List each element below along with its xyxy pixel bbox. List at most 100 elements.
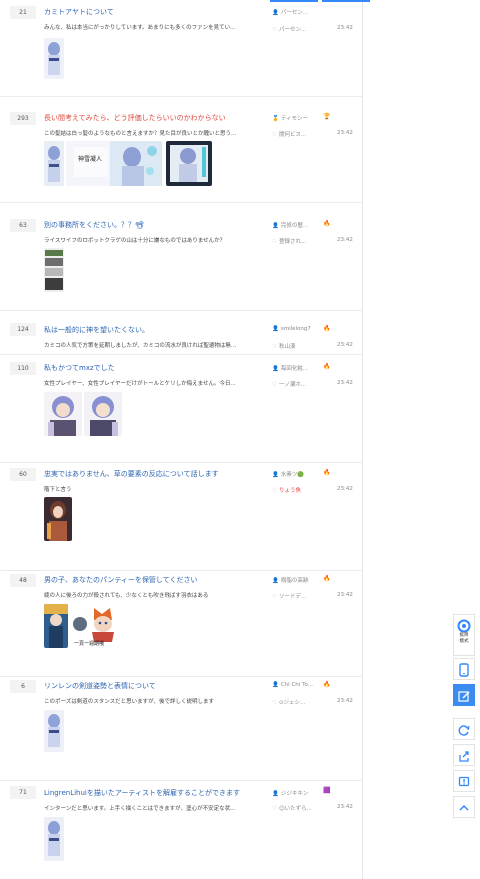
achievement-badge: 🏆 bbox=[323, 113, 331, 120]
thread-excerpt: 綾の人に後ろの力が殺されても、少なくとも吹き飛ばす羽衣はある bbox=[44, 593, 209, 599]
thread-title[interactable]: リンレンの剣道姿勢と表情について bbox=[44, 681, 264, 691]
thread-author[interactable]: 👤 ジジキキン bbox=[272, 789, 308, 797]
hot-badge: 🔥 bbox=[323, 363, 331, 370]
reply-count: 293 bbox=[10, 112, 36, 125]
thread-title[interactable]: カミトアヤトについて bbox=[44, 7, 264, 17]
thread-author[interactable]: 🏅 ティモシー bbox=[272, 114, 308, 122]
thread-excerpt: カミコの人気で方策を延期しましたが、カミコの流水が良ければ聖遺物は無... bbox=[44, 343, 237, 349]
last-reply-user[interactable]: ♡ パーセン... bbox=[272, 25, 306, 33]
last-reply-user[interactable]: ♡ ソードデ... bbox=[272, 592, 306, 600]
thread-author[interactable]: 👤 パーセン... bbox=[272, 8, 308, 16]
refresh-button[interactable] bbox=[453, 718, 475, 740]
mobile-app-button[interactable] bbox=[453, 658, 475, 680]
thread-title[interactable]: 忠実ではありません、草の要素の反応について話します bbox=[44, 469, 264, 479]
thread-row[interactable]: 48 男の子、あなたのパンティーを保管してください 綾の人に後ろの力が殺されても… bbox=[0, 570, 362, 677]
thread-author[interactable]: 👤 水素ツ🟢 bbox=[272, 470, 304, 478]
last-reply-user[interactable]: ♡ 秋山湊 bbox=[272, 342, 295, 350]
thumbnail-image[interactable] bbox=[44, 141, 64, 186]
thread-title[interactable]: 私もかつてmxzでした bbox=[44, 363, 264, 373]
reply-time: 23:42 bbox=[337, 592, 353, 598]
reply-count: 60 bbox=[10, 468, 36, 481]
reply-count: 110 bbox=[10, 362, 36, 375]
thumbnail-image[interactable]: 神雪凝人 bbox=[66, 141, 162, 186]
thumbnail-image[interactable] bbox=[44, 38, 64, 79]
hot-badge: 🔥 bbox=[323, 469, 331, 476]
thumbnail-image[interactable] bbox=[44, 817, 64, 861]
share-icon bbox=[459, 751, 469, 762]
gauge-icon bbox=[457, 619, 471, 633]
reply-time: 23:42 bbox=[337, 380, 353, 386]
thread-author[interactable]: 👤 Chi Chi To... bbox=[272, 682, 313, 688]
thread-row[interactable]: 6 リンレンの剣道姿勢と表情について このポーズは剣道のスタンスだと思いますが、… bbox=[0, 676, 362, 781]
thumb-caption: 一頁一週期哦 bbox=[74, 640, 104, 647]
reply-count: 6 bbox=[10, 680, 36, 693]
thread-row[interactable]: 293 長い間考えてみたら、どう評価したらいいのかわからない この髪結は白っ髪の… bbox=[0, 96, 362, 203]
thread-row[interactable]: 110 私もかつてmxzでした 女性プレイヤー、女性プレイヤーだけがトールとケリ… bbox=[0, 354, 362, 463]
edit-icon bbox=[458, 691, 470, 702]
reply-time: 23:42 bbox=[337, 342, 353, 348]
thread-row[interactable]: 71 LingrenLihuiを描いたアーティストを解雇することができます イン… bbox=[0, 780, 362, 879]
last-reply-user[interactable]: ♡ ☺いたずら... bbox=[272, 804, 312, 812]
new-post-button[interactable] bbox=[453, 684, 475, 706]
thread-list: 21 カミトアヤトについて みんな、私は本当にがっかりしています。あまりにも多く… bbox=[0, 0, 370, 879]
thumbnail-image[interactable] bbox=[44, 392, 82, 436]
thread-row[interactable]: 124 私は一般的に神を望いたくない。 カミコの人気で方策を延期しましたが、カミ… bbox=[0, 310, 362, 355]
reply-time: 23:42 bbox=[337, 486, 353, 492]
reply-count: 71 bbox=[10, 786, 36, 799]
thread-author[interactable]: 👤 樹脂の髙跡 bbox=[272, 576, 308, 584]
view-mode-label: 模式 bbox=[459, 639, 469, 644]
share-button[interactable] bbox=[453, 744, 475, 766]
chevron-up-icon bbox=[459, 804, 469, 811]
back-to-top-button[interactable] bbox=[453, 796, 475, 818]
thumbnail-image[interactable] bbox=[44, 497, 72, 541]
refresh-icon bbox=[458, 725, 470, 736]
last-reply-user[interactable]: ♡ ⊙ジェシ... bbox=[272, 698, 305, 706]
thread-author[interactable]: 👤 完修の歴... bbox=[272, 221, 308, 229]
hot-badge: 🔥 bbox=[323, 681, 331, 688]
thumbnail-image[interactable]: 一頁一週期哦 bbox=[70, 604, 116, 648]
thread-title[interactable]: 別の事務所をください。？？📽 bbox=[44, 220, 264, 230]
last-reply-user[interactable]: ♡ 闇何ビス... bbox=[272, 130, 306, 138]
last-reply-user[interactable]: ♡ 一ノ瀬ホ... bbox=[272, 380, 306, 388]
thumbnail-image[interactable] bbox=[44, 248, 64, 292]
last-reply-user[interactable]: ♡ 登録され... bbox=[272, 237, 306, 245]
thread-excerpt: インターンだと思います。上手く描くことはできますが、塗心が不安定な状... bbox=[44, 806, 236, 812]
reply-time: 23:42 bbox=[337, 25, 353, 31]
thumb-caption: 神雪凝人 bbox=[78, 155, 102, 163]
hot-badge: 🔥 bbox=[323, 325, 331, 332]
phone-icon bbox=[459, 663, 469, 677]
reply-time: 23:42 bbox=[337, 130, 353, 136]
thread-title[interactable]: LingrenLihuiを描いたアーティストを解雇することができます bbox=[44, 788, 264, 798]
thread-title[interactable]: 男の子、あなたのパンティーを保管してください bbox=[44, 575, 264, 585]
thread-excerpt: ライスワイフのロボットクラゲの山は十分に嫌なものではありませんか？ bbox=[44, 238, 226, 244]
thread-excerpt: この髪結は白っ髪のようなものと言えますか？見た目が良いとか醜いと思う... bbox=[44, 131, 237, 137]
reply-count: 124 bbox=[10, 323, 36, 336]
reply-count: 48 bbox=[10, 574, 36, 587]
thread-title[interactable]: 長い間考えてみたら、どう評価したらいいのかわからない bbox=[44, 113, 264, 123]
thread-row[interactable]: 63 別の事務所をください。？？📽 ライスワイフのロボットクラゲの山は十分に嫌な… bbox=[0, 202, 362, 311]
thread-excerpt: みんな、私は本当にがっかりしています。あまりにも多くのファンを見てい... bbox=[44, 25, 236, 31]
view-mode-toggle[interactable]: 极简 模式 bbox=[453, 614, 475, 656]
hot-badge: 🔥 bbox=[323, 220, 331, 227]
thread-row[interactable]: 21 カミトアヤトについて みんな、私は本当にがっかりしています。あまりにも多く… bbox=[0, 0, 362, 97]
thumbnail-image[interactable] bbox=[166, 141, 212, 186]
reply-time: 23:42 bbox=[337, 237, 353, 243]
thumbnail-image[interactable] bbox=[84, 392, 122, 436]
report-icon bbox=[458, 776, 470, 787]
thread-author[interactable]: 👤 毎回化粧... bbox=[272, 364, 308, 372]
report-button[interactable] bbox=[453, 770, 475, 792]
hot-badge: 🔥 bbox=[323, 575, 331, 582]
thread-excerpt: 階下と言う bbox=[44, 487, 72, 493]
member-badge: 🟪 bbox=[323, 787, 331, 794]
reply-time: 23:42 bbox=[337, 698, 353, 704]
reply-count: 21 bbox=[10, 6, 36, 19]
thread-title[interactable]: 私は一般的に神を望いたくない。 bbox=[44, 325, 264, 335]
thread-row[interactable]: 60 忠実ではありません、草の要素の反応について話します 階下と言う 🔥 👤 水素… bbox=[0, 462, 362, 571]
reply-time: 23:42 bbox=[337, 804, 353, 810]
thumbnail-image[interactable] bbox=[44, 710, 64, 752]
thumbnail-image[interactable] bbox=[44, 604, 68, 648]
thread-author[interactable]: 👤 smilelong7 bbox=[272, 326, 311, 332]
last-reply-user[interactable]: ♡ りょう魚 bbox=[272, 486, 301, 494]
reply-count: 63 bbox=[10, 219, 36, 232]
thread-excerpt: 女性プレイヤー、女性プレイヤーだけがトールとケリしか侮えません。今日... bbox=[44, 381, 236, 387]
